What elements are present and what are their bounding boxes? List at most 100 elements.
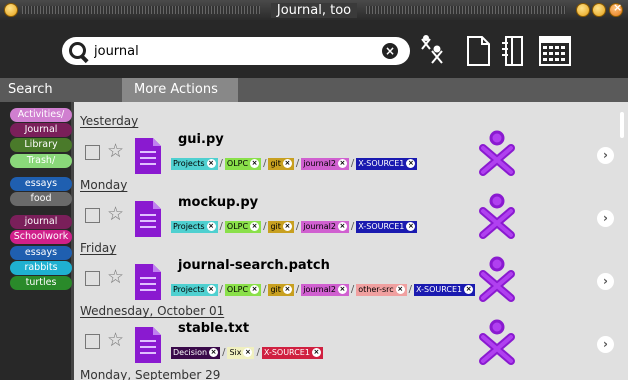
open-detail-arrow-icon[interactable]: ›	[597, 210, 614, 227]
entry-tag-label: X-SOURCE1	[358, 158, 405, 168]
journal-entry[interactable]: ☆ mockup.py Projects × / OLPC × / git × / journal2 ×…	[77, 193, 622, 245]
remove-tag-icon[interactable]: ×	[282, 285, 292, 294]
remove-tag-icon[interactable]: ×	[311, 348, 321, 357]
entry-tag[interactable]: OLPC ×	[224, 157, 262, 170]
close-button[interactable]	[609, 1, 623, 17]
favorite-star-icon[interactable]: ☆	[107, 203, 124, 225]
entry-tag[interactable]: Projects ×	[171, 157, 218, 170]
open-detail-arrow-icon[interactable]: ›	[597, 147, 614, 164]
entry-tag[interactable]: git ×	[268, 220, 294, 233]
remove-tag-icon[interactable]: ×	[395, 285, 405, 294]
titlebar-grip-left[interactable]	[22, 6, 260, 14]
entry-tag[interactable]: X-SOURCE1 ×	[356, 157, 418, 170]
favorite-star-icon[interactable]: ☆	[107, 266, 124, 288]
entry-tag[interactable]: git ×	[268, 157, 294, 170]
entry-tag[interactable]: X-SOURCE1 ×	[356, 220, 418, 233]
sidebar-tag[interactable]: Schoolwork	[10, 230, 72, 245]
entry-tag[interactable]: git ×	[268, 283, 294, 296]
entry-tag[interactable]: OLPC ×	[224, 283, 262, 296]
tab-search[interactable]: Search	[0, 78, 122, 102]
xo-buddy-icon[interactable]	[477, 193, 517, 241]
entry-tag[interactable]: X-SOURCE1 ×	[261, 346, 323, 359]
sidebar-tag[interactable]: Activities/	[10, 108, 72, 122]
remove-tag-icon[interactable]: ×	[406, 222, 416, 231]
open-detail-arrow-icon[interactable]: ›	[597, 273, 614, 290]
remove-tag-icon[interactable]: ×	[337, 285, 347, 294]
select-checkbox[interactable]	[85, 271, 100, 286]
entry-tag[interactable]: journal2 ×	[301, 220, 349, 233]
remove-tag-icon[interactable]: ×	[337, 222, 347, 231]
text-document-icon[interactable]	[133, 199, 163, 239]
entry-title[interactable]: stable.txt	[178, 321, 249, 336]
search-input[interactable]	[90, 43, 382, 59]
remove-tag-icon[interactable]: ×	[464, 285, 474, 294]
entry-tag[interactable]: OLPC ×	[224, 220, 262, 233]
journal-entry[interactable]: ☆ gui.py Projects × / OLPC × / git × / journal2 × / X-…	[77, 130, 622, 182]
select-checkbox[interactable]	[85, 208, 100, 223]
titlebar-grip-right[interactable]	[366, 6, 566, 14]
xo-buddy-icon[interactable]	[477, 130, 517, 178]
remove-tag-icon[interactable]: ×	[209, 348, 219, 357]
remove-tag-icon[interactable]: ×	[250, 222, 260, 231]
sidebar-tag[interactable]: Journal	[10, 123, 72, 138]
maximize-button[interactable]	[592, 3, 606, 17]
remove-tag-icon[interactable]: ×	[337, 159, 347, 168]
entry-tag[interactable]: Projects ×	[171, 220, 218, 233]
entry-tag[interactable]: Decision ×	[171, 346, 221, 359]
sidebar-tag[interactable]: essays	[10, 176, 72, 191]
remove-tag-icon[interactable]: ×	[282, 159, 292, 168]
minimize-button[interactable]	[576, 3, 590, 17]
remove-tag-icon[interactable]: ×	[206, 159, 216, 168]
entry-title[interactable]: gui.py	[178, 132, 224, 147]
clear-search-icon[interactable]: ×	[382, 43, 398, 59]
journal-list[interactable]: Yesterday Monday Friday Wednesday, October …	[77, 102, 628, 380]
entry-tag-label: journal2	[303, 221, 336, 231]
entry-tag-label: git	[270, 158, 281, 168]
tag-separator: /	[222, 347, 226, 358]
tab-bar: Search More Actions	[0, 78, 628, 102]
search-box[interactable]: ×	[62, 37, 410, 65]
sidebar-tag[interactable]: Trash/	[10, 153, 72, 168]
remove-tag-icon[interactable]: ×	[206, 222, 216, 231]
entry-tag[interactable]: Projects ×	[171, 283, 218, 296]
sidebar-tag[interactable]: food	[10, 191, 72, 206]
text-document-icon[interactable]	[133, 262, 163, 302]
tag-panel-icon[interactable]	[498, 35, 532, 67]
tag-separator: /	[295, 158, 300, 169]
remove-tag-icon[interactable]: ×	[282, 222, 292, 231]
sidebar-tag[interactable]: journal	[10, 215, 72, 230]
tag-separator: /	[350, 221, 355, 232]
remove-tag-icon[interactable]: ×	[250, 285, 260, 294]
favorite-star-icon[interactable]: ☆	[107, 140, 124, 162]
entry-tag[interactable]: journal2 ×	[301, 283, 349, 296]
remove-tag-icon[interactable]: ×	[206, 285, 216, 294]
entry-tag[interactable]: Six ×	[227, 346, 255, 359]
sidebar-tag[interactable]: turtles	[10, 275, 72, 290]
select-checkbox[interactable]	[85, 334, 100, 349]
xo-buddy-icon[interactable]	[477, 256, 517, 304]
open-detail-arrow-icon[interactable]: ›	[597, 336, 614, 353]
calendar-icon[interactable]	[538, 35, 572, 67]
tab-more-actions[interactable]: More Actions	[122, 78, 238, 102]
entry-tag[interactable]: journal2 ×	[301, 157, 349, 170]
text-document-icon[interactable]	[133, 325, 163, 365]
sidebar-tag[interactable]: essays	[10, 245, 72, 260]
favorite-star-icon[interactable]: ☆	[107, 329, 124, 351]
select-checkbox[interactable]	[85, 145, 100, 160]
xo-buddy-icon[interactable]	[477, 319, 517, 367]
journal-entry[interactable]: ☆ stable.txt Decision × / Six × / X-SOURCE1 × ›	[77, 319, 622, 371]
remove-tag-icon[interactable]: ×	[250, 159, 260, 168]
window-menu-button[interactable]	[4, 3, 18, 17]
entry-tag[interactable]: other-src ×	[356, 283, 407, 296]
text-document-icon[interactable]	[133, 136, 163, 176]
remove-tag-icon[interactable]: ×	[406, 159, 416, 168]
journal-entry[interactable]: ☆ journal-search.patch Projects × / OLPC × / git…	[77, 256, 622, 308]
favorites-filter-icon[interactable]	[418, 35, 452, 67]
entry-title[interactable]: journal-search.patch	[178, 258, 330, 273]
sidebar-tag[interactable]: Library	[10, 138, 72, 153]
document-icon[interactable]	[462, 35, 496, 67]
sidebar-tag[interactable]: rabbits	[10, 260, 72, 275]
entry-title[interactable]: mockup.py	[178, 195, 258, 210]
entry-tag[interactable]: X-SOURCE1 ×	[414, 283, 476, 296]
remove-tag-icon[interactable]: ×	[243, 348, 253, 357]
